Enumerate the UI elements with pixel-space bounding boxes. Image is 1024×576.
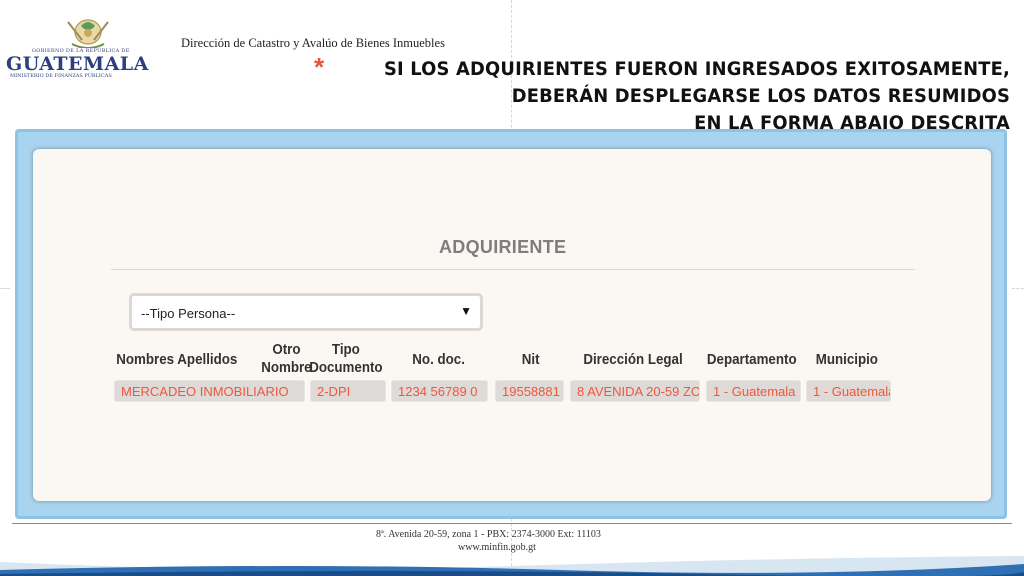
slide-headline: * SI LOS ADQUIRIENTES FUERON INGRESADOS …: [314, 52, 1010, 137]
field-nombres-apellidos-value: MERCADEO INMOBILIARIO: [121, 384, 289, 399]
field-municipio-value: 1 - Guatemala: [813, 384, 891, 399]
adquiriente-panel: ADQUIRIENTE --Tipo Persona-- ▼ Nombres A…: [33, 149, 991, 501]
tipo-persona-select[interactable]: --Tipo Persona-- ▼: [129, 293, 483, 331]
guide-line-right: [1012, 288, 1024, 289]
screenshot-frame: ADQUIRIENTE --Tipo Persona-- ▼ Nombres A…: [15, 129, 1007, 519]
field-municipio[interactable]: 1 - Guatemala: [806, 380, 891, 402]
headline-line-1: SI LOS ADQUIRIENTES FUERON INGRESADOS EX…: [383, 58, 1010, 80]
logo-bottom-line: MINISTERIO DE FINANZAS PÚBLICAS: [10, 73, 112, 79]
field-nit-value: 19558881: [502, 384, 560, 399]
footer-wave-decoration: [0, 556, 1024, 576]
field-tipo-documento-value: 2-DPI: [317, 384, 351, 399]
field-direccion-legal[interactable]: 8 AVENIDA 20-59 ZONA 1: [570, 380, 700, 402]
field-nit[interactable]: 19558881: [495, 380, 564, 402]
field-direccion-legal-value: 8 AVENIDA 20-59 ZONA 1: [577, 384, 700, 399]
header-municipio: Municipio: [815, 352, 878, 368]
coat-of-arms-icon: [67, 19, 109, 48]
field-departamento[interactable]: 1 - Guatemala: [706, 380, 801, 402]
header-no-doc: No. doc.: [412, 352, 465, 368]
field-tipo-documento[interactable]: 2-DPI: [310, 380, 386, 402]
header-otro-nombre-line-1: Otro: [272, 342, 301, 358]
header-tipo-documento-line-2: Documento: [309, 360, 383, 376]
logo-name: GUATEMALA: [6, 53, 149, 75]
bullet-icon: *: [313, 52, 325, 82]
section-divider: [111, 269, 915, 270]
guatemala-logo: GOBIERNO DE LA REPÚBLICA DE GUATEMALA MI…: [6, 12, 160, 79]
header-nombres-apellidos: Nombres Apellidos: [116, 352, 238, 368]
section-title: ADQUIRIENTE: [439, 237, 567, 257]
field-no-doc-value: 1234 56789 0: [398, 384, 478, 399]
headline-line-2: DEBERÁN DESPLEGARSE LOS DATOS RESUMIDOS: [511, 85, 1010, 107]
header-otro-nombre-line-2: Nombre: [261, 360, 312, 376]
header-direccion-legal: Dirección Legal: [583, 352, 683, 368]
header-tipo-documento-line-1: Tipo: [331, 342, 360, 358]
field-departamento-value: 1 - Guatemala: [713, 384, 796, 399]
footer-address: 8ª. Avenida 20-59, zona 1 - PBX: 2374-30…: [376, 529, 601, 540]
field-no-doc[interactable]: 1234 56789 0: [391, 380, 488, 402]
tipo-persona-value: --Tipo Persona--: [141, 306, 236, 321]
dropdown-arrow-icon: ▼: [460, 304, 472, 318]
header-departamento: Departamento: [706, 352, 797, 368]
header-tipo-documento: Tipo Documento: [309, 341, 382, 377]
department-name: Dirección de Catastro y Avalúo de Bienes…: [181, 36, 445, 50]
guide-line-left: [0, 288, 10, 289]
header-nit: Nit: [521, 352, 540, 368]
field-nombres-apellidos[interactable]: MERCADEO INMOBILIARIO: [114, 380, 305, 402]
header-otro-nombre: Otro Nombre: [261, 341, 311, 377]
footer-divider: [12, 523, 1012, 524]
